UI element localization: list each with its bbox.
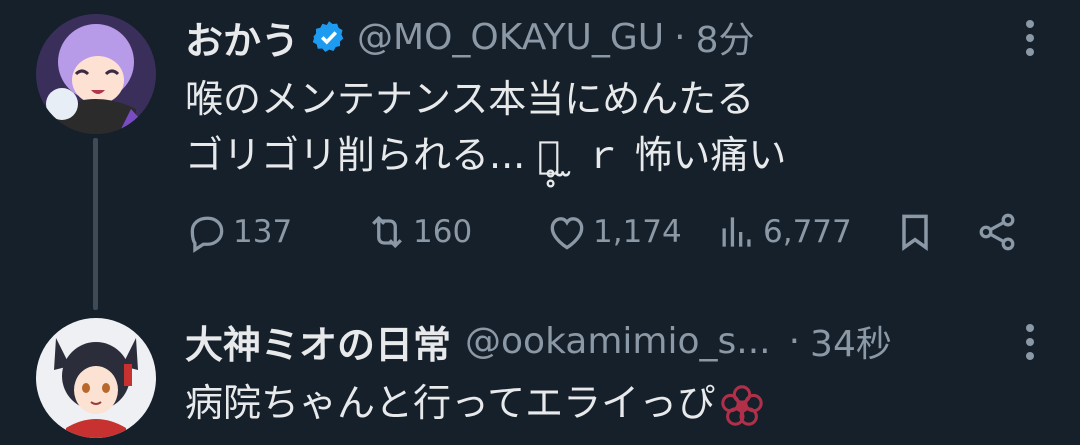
flower-emoji-icon [721, 384, 763, 426]
display-name[interactable]: 大神ミオの日常 [185, 314, 451, 369]
verified-badge-icon [312, 21, 344, 52]
avatar[interactable] [36, 14, 156, 134]
bookmark-icon [902, 214, 928, 251]
handle[interactable]: @ookamimio_s... [465, 321, 771, 362]
avatar-mio-image [36, 318, 156, 438]
like-icon [550, 217, 584, 250]
like-count: 1,174 [593, 214, 682, 250]
views-icon [722, 217, 751, 247]
tweet-text-line-1: 喉のメンテナンス本当にめんたる [185, 77, 755, 121]
tweet-header: おかう @MO_OKAYU_GU · 8分 [185, 11, 755, 63]
more-icon[interactable] [1024, 20, 1036, 56]
reply-icon [190, 216, 224, 253]
repost-count: 160 [413, 214, 473, 250]
tweet-text: 病院ちゃんと行ってエライっぴ [185, 375, 765, 431]
reply-button[interactable]: 137 [185, 210, 292, 254]
separator: · [788, 320, 801, 362]
timestamp[interactable]: 8分 [696, 11, 755, 63]
action-bar: 137 160 1,174 6,777 [185, 210, 1035, 266]
timestamp[interactable]: 34秒 [810, 315, 892, 367]
avatar[interactable] [36, 318, 156, 438]
more-icon[interactable] [1024, 324, 1036, 360]
tweet-text-content: 病院ちゃんと行ってエライっぴ [185, 381, 716, 425]
views-button[interactable]: 6,777 [715, 210, 852, 254]
like-button[interactable]: 1,174 [545, 210, 682, 254]
repost-icon [372, 215, 402, 249]
tweet-header: 大神ミオの日常 @ookamimio_s... · 34秒 [185, 315, 892, 367]
tweet-text-line-2: ゴリゴリ削られる... ｒ̥̥ ̫ ｒ 怖い痛い [185, 133, 787, 177]
share-icon [979, 213, 1015, 251]
share-button[interactable] [975, 210, 1019, 254]
bookmark-button[interactable] [893, 210, 937, 254]
display-name[interactable]: おかう [185, 10, 299, 65]
views-count: 6,777 [763, 214, 852, 250]
repost-button[interactable]: 160 [365, 210, 472, 254]
thread-connector [93, 138, 98, 310]
avatar-okayu-image [36, 14, 156, 134]
reply-count: 137 [233, 214, 293, 250]
separator: · [674, 16, 686, 58]
handle[interactable]: @MO_OKAYU_GU [357, 17, 664, 58]
